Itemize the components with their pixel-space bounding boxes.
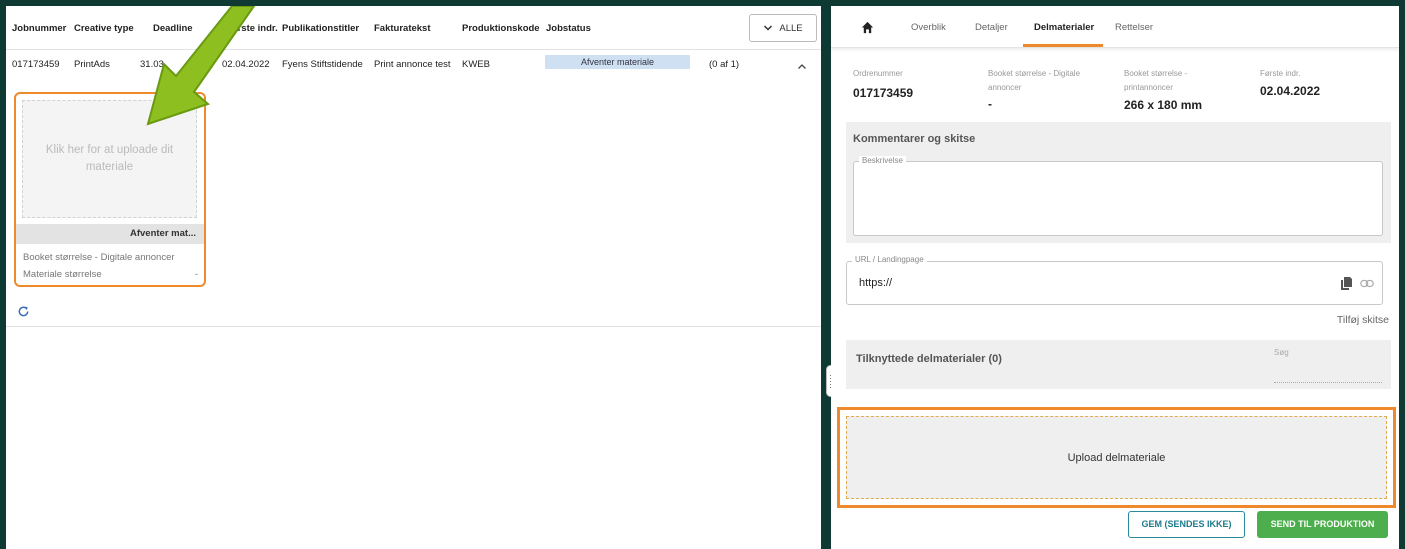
col-fakturatekst[interactable]: Fakturatekst [374,23,431,34]
col-creative-type[interactable]: Creative type [74,23,134,34]
description-textarea[interactable] [853,161,1383,236]
col-deadline[interactable]: Deadline [153,23,193,34]
tab-detaljer[interactable]: Detaljer [975,22,1008,33]
link-icon[interactable] [1360,278,1374,289]
ordrenummer-label: Ordrenummer [853,69,903,78]
divider [6,326,821,327]
digital-size-label-2: annoncer [988,83,1022,92]
booked-size-label: Booket størrelse - Digitale annoncer [23,252,175,263]
digital-size-label-1: Booket størrelse - Digitale [988,69,1081,78]
search-input[interactable] [1274,382,1382,383]
cell-publikationstitler: Fyens Stiftstidende [282,59,363,70]
active-tab-indicator [1023,44,1103,47]
material-card: Klik her for at uploade dit materiale Af… [14,92,206,287]
chevron-down-icon [764,25,773,31]
col-jobstatus[interactable]: Jobstatus [546,23,591,34]
cell-count: (0 af 1) [709,59,740,70]
ordrenummer-value: 017173459 [853,86,914,100]
col-jobnummer[interactable]: Jobnummer [12,23,66,34]
upload-dropzone[interactable]: Klik her for at uploade dit materiale [22,100,197,218]
table-row[interactable]: 017173459 PrintAds 31.03 02.04.2022 Fyen… [6,50,821,84]
material-size-value: - [194,269,198,280]
upload-delmateriale-frame: Upload delmateriale [837,407,1396,508]
upload-delmateriale-dropzone[interactable]: Upload delmateriale [846,416,1387,499]
save-button[interactable]: GEM (SENDES IKKE) [1128,511,1245,538]
tab-delmaterialer[interactable]: Delmaterialer [1034,22,1094,33]
material-size-line: Materiale størrelse - [23,269,198,280]
details-panel: Overblik Detaljer Delmaterialer Rettelse… [831,6,1399,549]
tab-bar: Overblik Detaljer Delmaterialer Rettelse… [831,6,1399,48]
forste-indr-label: Første indr. [1260,69,1301,78]
print-size-label-2: printannoncer [1124,83,1173,92]
filter-alle-button[interactable]: ALLE [749,14,817,42]
tab-overblik[interactable]: Overblik [911,22,946,33]
send-to-production-button[interactable]: SEND TIL PRODUKTION [1257,511,1388,538]
attached-title: Tilknyttede delmaterialer (0) [856,353,1002,365]
cell-forste-indr: 02.04.2022 [222,59,270,70]
booked-size-line: Booket størrelse - Digitale annoncer [23,252,198,263]
col-publikationstitler[interactable]: Publikationstitler [282,23,359,34]
description-label: Beskrivelse [859,156,906,165]
url-value: https:// [859,277,893,289]
tab-rettelser[interactable]: Rettelser [1115,22,1153,33]
status-badge: Afventer materiale [545,55,690,69]
cell-produktionskode: KWEB [462,59,490,70]
comments-title: Kommentarer og skitse [853,133,976,145]
copy-document-icon[interactable] [1341,277,1352,290]
chevron-up-icon[interactable] [797,62,807,72]
cell-jobnummer: 017173459 [12,59,60,70]
cell-creative-type: PrintAds [74,59,110,70]
material-status-bar: Afventer mat... [16,224,204,244]
print-size-value: 266 x 180 mm [1124,98,1203,112]
search-label: Søg [1274,348,1289,357]
forste-indr-value: 02.04.2022 [1260,84,1321,98]
cell-fakturatekst: Print annonce test [374,59,451,70]
cell-deadline: 31.03 [140,59,164,70]
url-label: URL / Landingpage [852,255,927,264]
url-input[interactable]: https:// [846,261,1383,305]
filter-alle-label: ALLE [779,22,803,34]
home-icon[interactable] [861,21,874,34]
col-produktionskode[interactable]: Produktionskode [462,23,540,34]
digital-size-value: - [988,97,992,111]
col-forste-indr[interactable]: Første indr. [226,23,278,34]
material-size-label: Materiale størrelse [23,269,102,280]
jobs-panel: Jobnummer Creative type Deadline Første … [6,6,821,549]
refresh-icon[interactable] [17,305,30,318]
jobs-table-header: Jobnummer Creative type Deadline Første … [6,6,821,50]
add-sketch-link[interactable]: Tilføj skitse [1337,314,1389,326]
print-size-label-1: Booket størrelse - [1124,69,1188,78]
